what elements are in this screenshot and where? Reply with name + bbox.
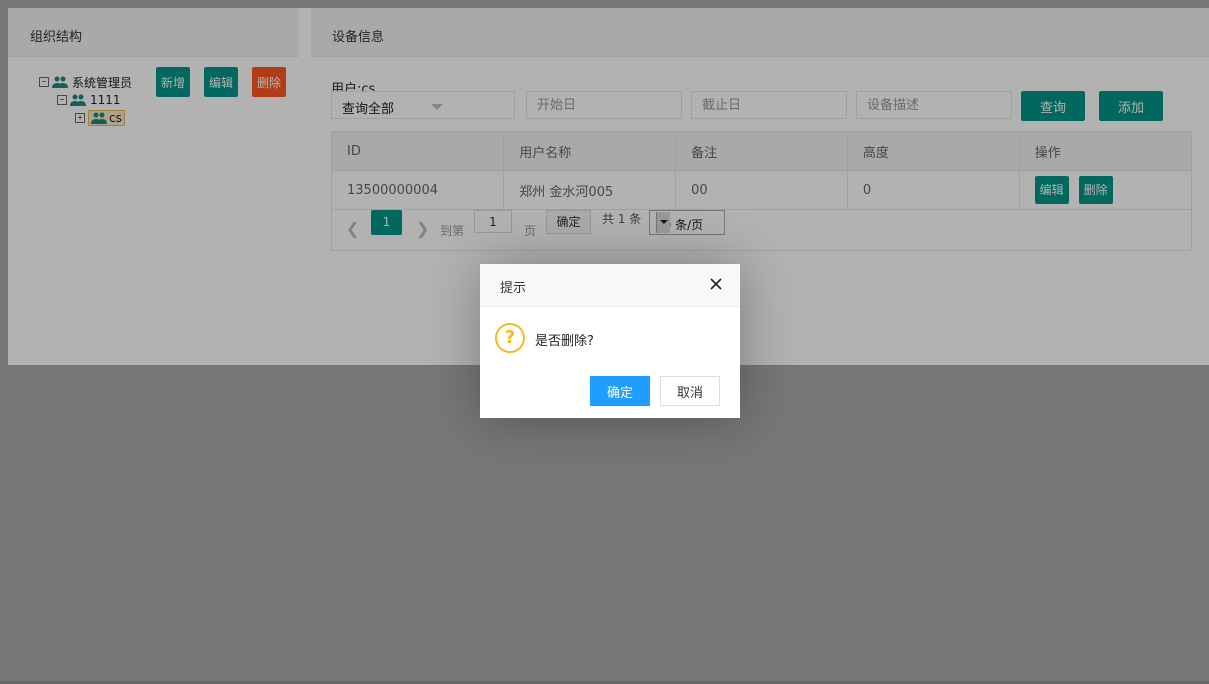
dialog-message: 是否删除?: [535, 334, 594, 349]
close-icon[interactable]: [709, 277, 723, 291]
dialog-title: 提示: [500, 281, 527, 296]
dialog-ok-button[interactable]: 确定: [590, 376, 650, 406]
confirm-dialog: 提示 ? 是否删除? 确定 取消: [480, 264, 740, 418]
dialog-cancel-button[interactable]: 取消: [660, 376, 720, 406]
dialog-header: 提示: [480, 264, 740, 307]
question-icon: ?: [495, 323, 525, 353]
